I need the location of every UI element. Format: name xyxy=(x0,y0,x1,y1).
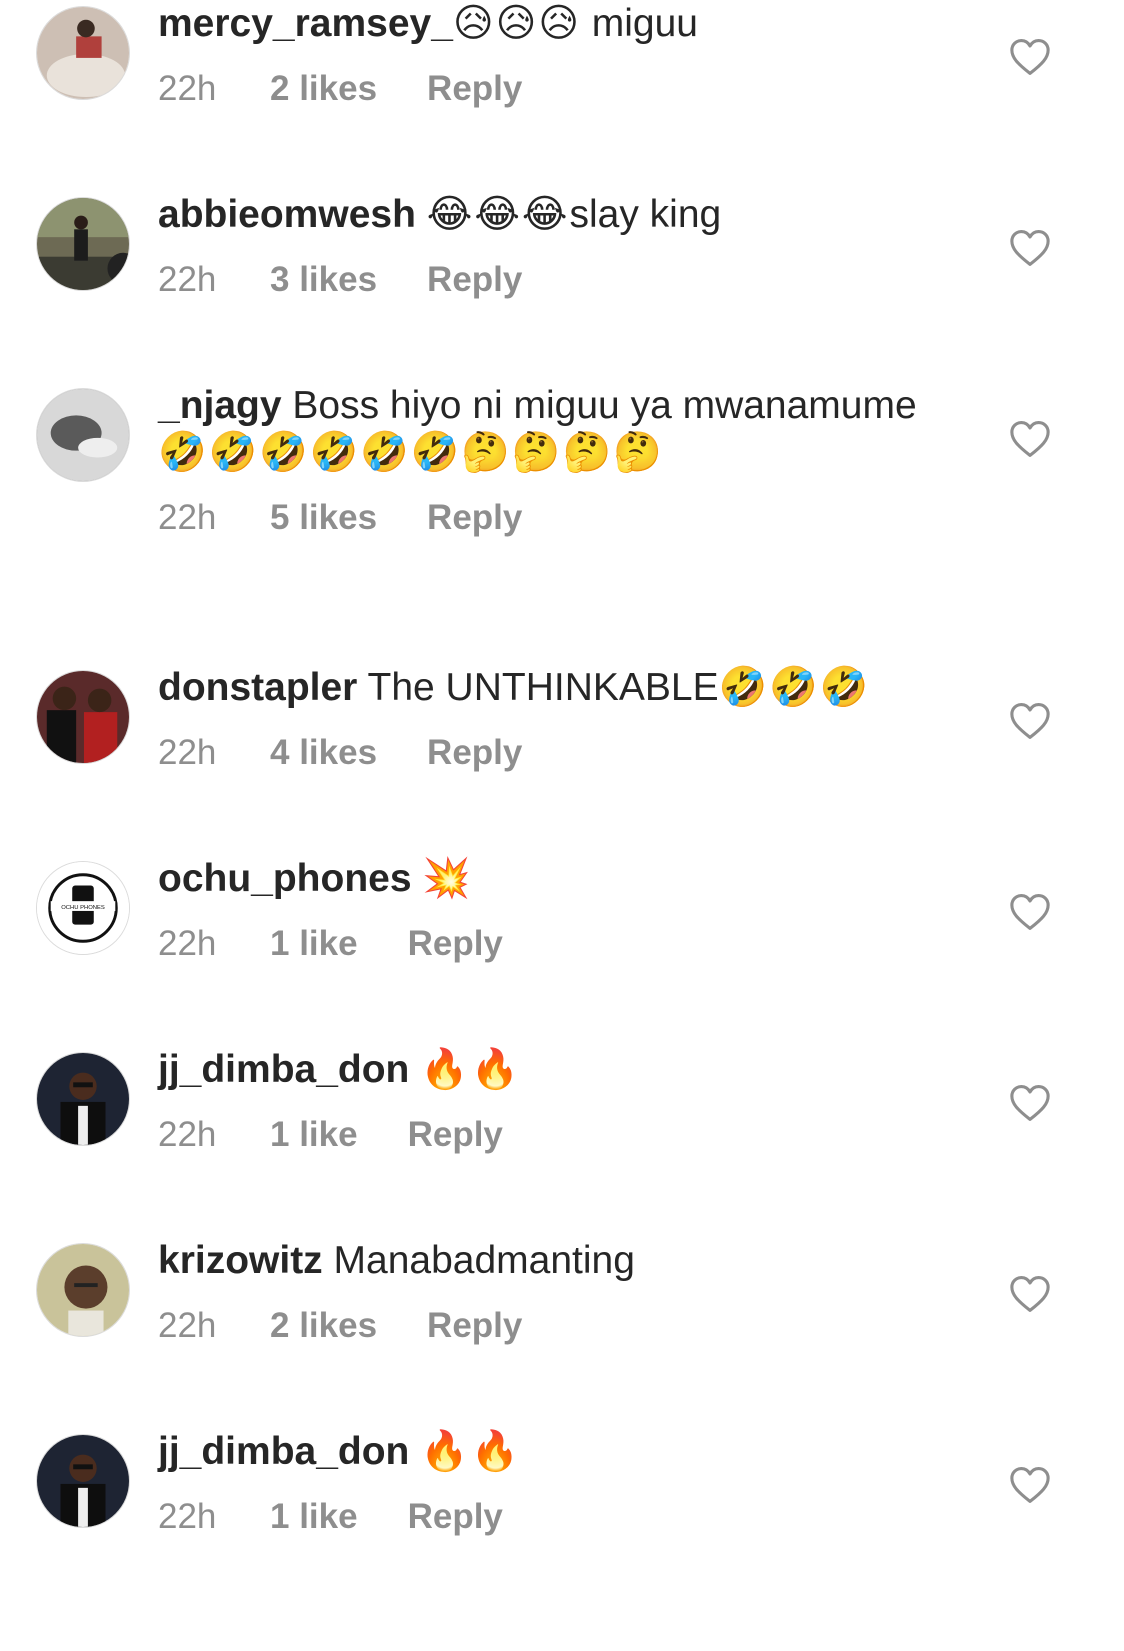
comment-body: _njagy Boss hiyo ni miguu ya mwanamume 🤣… xyxy=(158,382,938,546)
avatar[interactable] xyxy=(36,1243,130,1337)
comment-message-after: miguu xyxy=(580,2,698,45)
comment-likes[interactable]: 4 likes xyxy=(270,733,377,773)
reply-button[interactable]: Reply xyxy=(427,733,522,773)
comment-body: donstapler The UNTHINKABLE🤣🤣🤣 22h 4 likes… xyxy=(158,664,938,781)
comment-time: 22h xyxy=(158,1306,217,1345)
comment-likes[interactable]: 5 likes xyxy=(270,498,377,538)
avatar[interactable]: OCHU PHONES xyxy=(36,861,130,955)
comment-emojis: 💥 xyxy=(422,857,473,900)
heart-outline-icon[interactable] xyxy=(1009,893,1051,931)
comment-meta: 22h 1 like Reply xyxy=(158,1115,938,1163)
comment-meta: 22h 4 likes Reply xyxy=(158,733,938,781)
avatar[interactable] xyxy=(36,6,130,100)
comments-list: mercy_ramsey_😥😥😥 miguu 22h 2 likes Reply a… xyxy=(0,0,1124,1651)
comment-likes[interactable]: 3 likes xyxy=(270,260,377,300)
comment-body: jj_dimba_don 🔥🔥 22h 1 like Reply xyxy=(158,1046,938,1163)
comment-message xyxy=(409,1430,420,1473)
reply-button[interactable]: Reply xyxy=(427,260,522,300)
heart-outline-icon[interactable] xyxy=(1009,420,1051,458)
comment-message: Manabadmanting xyxy=(322,1239,635,1282)
comment-emojis: 😂😂😂 xyxy=(426,193,570,236)
comment-message xyxy=(412,857,423,900)
comment-text: _njagy Boss hiyo ni miguu ya mwanamume 🤣… xyxy=(158,382,938,476)
comment-text: abbieomwesh 😂😂😂slay king xyxy=(158,191,938,238)
comment-meta: 22h 2 likes Reply xyxy=(158,1306,938,1354)
reply-button[interactable]: Reply xyxy=(427,498,522,538)
comment-time: 22h xyxy=(158,1497,217,1536)
reply-button[interactable]: Reply xyxy=(408,924,503,964)
comment-text: ochu_phones 💥 xyxy=(158,855,938,902)
comment-body: krizowitz Manabadmanting 22h 2 likes Reply xyxy=(158,1237,938,1354)
heart-outline-icon[interactable] xyxy=(1009,229,1051,267)
comment-message-after: slay king xyxy=(569,193,722,236)
reply-button[interactable]: Reply xyxy=(408,1115,503,1155)
avatar[interactable] xyxy=(36,197,130,291)
avatar[interactable] xyxy=(36,670,130,764)
reply-button[interactable]: Reply xyxy=(427,1306,522,1346)
comment-meta: 22h 5 likes Reply xyxy=(158,498,938,546)
comment-username[interactable]: mercy_ramsey_ xyxy=(158,2,453,45)
comment-time: 22h xyxy=(158,733,217,772)
comment-username[interactable]: jj_dimba_don xyxy=(158,1048,409,1091)
comment-message: The UNTHINKABLE xyxy=(357,666,719,709)
comment-text: mercy_ramsey_😥😥😥 miguu xyxy=(158,0,938,47)
comment-text: jj_dimba_don 🔥🔥 xyxy=(158,1428,938,1475)
comment-time: 22h xyxy=(158,498,217,537)
comment-emojis: 😥😥😥 xyxy=(452,2,581,45)
avatar[interactable] xyxy=(36,1052,130,1146)
heart-outline-icon[interactable] xyxy=(1009,702,1051,740)
comment-emojis: 🤣🤣🤣🤣🤣🤣🤔🤔🤔🤔 xyxy=(158,431,664,474)
comment-likes[interactable]: 1 like xyxy=(270,924,358,964)
comment-time: 22h xyxy=(158,924,217,963)
comment-meta: 22h 1 like Reply xyxy=(158,1497,938,1545)
ochu-logo-text: OCHU PHONES xyxy=(61,905,105,911)
comment-text: donstapler The UNTHINKABLE🤣🤣🤣 xyxy=(158,664,938,711)
comment-time: 22h xyxy=(158,69,217,108)
comment-username[interactable]: krizowitz xyxy=(158,1239,323,1282)
comment-username[interactable]: donstapler xyxy=(158,666,357,709)
avatar[interactable] xyxy=(36,388,130,482)
comment-meta: 22h 1 like Reply xyxy=(158,924,938,972)
comment-username[interactable]: ochu_phones xyxy=(158,857,412,900)
avatar[interactable] xyxy=(36,1434,130,1528)
comment-body: mercy_ramsey_😥😥😥 miguu 22h 2 likes Reply xyxy=(158,0,938,117)
comment-meta: 22h 2 likes Reply xyxy=(158,69,938,117)
comment-emojis: 🔥🔥 xyxy=(420,1048,522,1091)
comment-likes[interactable]: 1 like xyxy=(270,1497,358,1537)
comment-message xyxy=(409,1048,420,1091)
comment-emojis: 🔥🔥 xyxy=(420,1430,522,1473)
comment-body: jj_dimba_don 🔥🔥 22h 1 like Reply xyxy=(158,1428,938,1545)
heart-outline-icon[interactable] xyxy=(1009,38,1051,76)
comment-username[interactable]: abbieomwesh xyxy=(158,193,416,236)
comment-username[interactable]: jj_dimba_don xyxy=(158,1430,409,1473)
heart-outline-icon[interactable] xyxy=(1009,1466,1051,1504)
comment-likes[interactable]: 1 like xyxy=(270,1115,358,1155)
comment-emojis: 🤣🤣🤣 xyxy=(718,666,871,709)
reply-button[interactable]: Reply xyxy=(427,69,522,109)
comment-time: 22h xyxy=(158,1115,217,1154)
comment-likes[interactable]: 2 likes xyxy=(270,69,377,109)
comment-likes[interactable]: 2 likes xyxy=(270,1306,377,1346)
comment-meta: 22h 3 likes Reply xyxy=(158,260,938,308)
comment-text: jj_dimba_don 🔥🔥 xyxy=(158,1046,938,1093)
comment-username[interactable]: _njagy xyxy=(158,384,282,427)
comment-message: Boss hiyo ni miguu ya mwanamume xyxy=(281,384,917,427)
comment-text: krizowitz Manabadmanting xyxy=(158,1237,938,1284)
comment-body: ochu_phones 💥 22h 1 like Reply xyxy=(158,855,938,972)
comment-time: 22h xyxy=(158,260,217,299)
heart-outline-icon[interactable] xyxy=(1009,1275,1051,1313)
heart-outline-icon[interactable] xyxy=(1009,1084,1051,1122)
reply-button[interactable]: Reply xyxy=(408,1497,503,1537)
comment-body: abbieomwesh 😂😂😂slay king 22h 3 likes Reply xyxy=(158,191,938,308)
